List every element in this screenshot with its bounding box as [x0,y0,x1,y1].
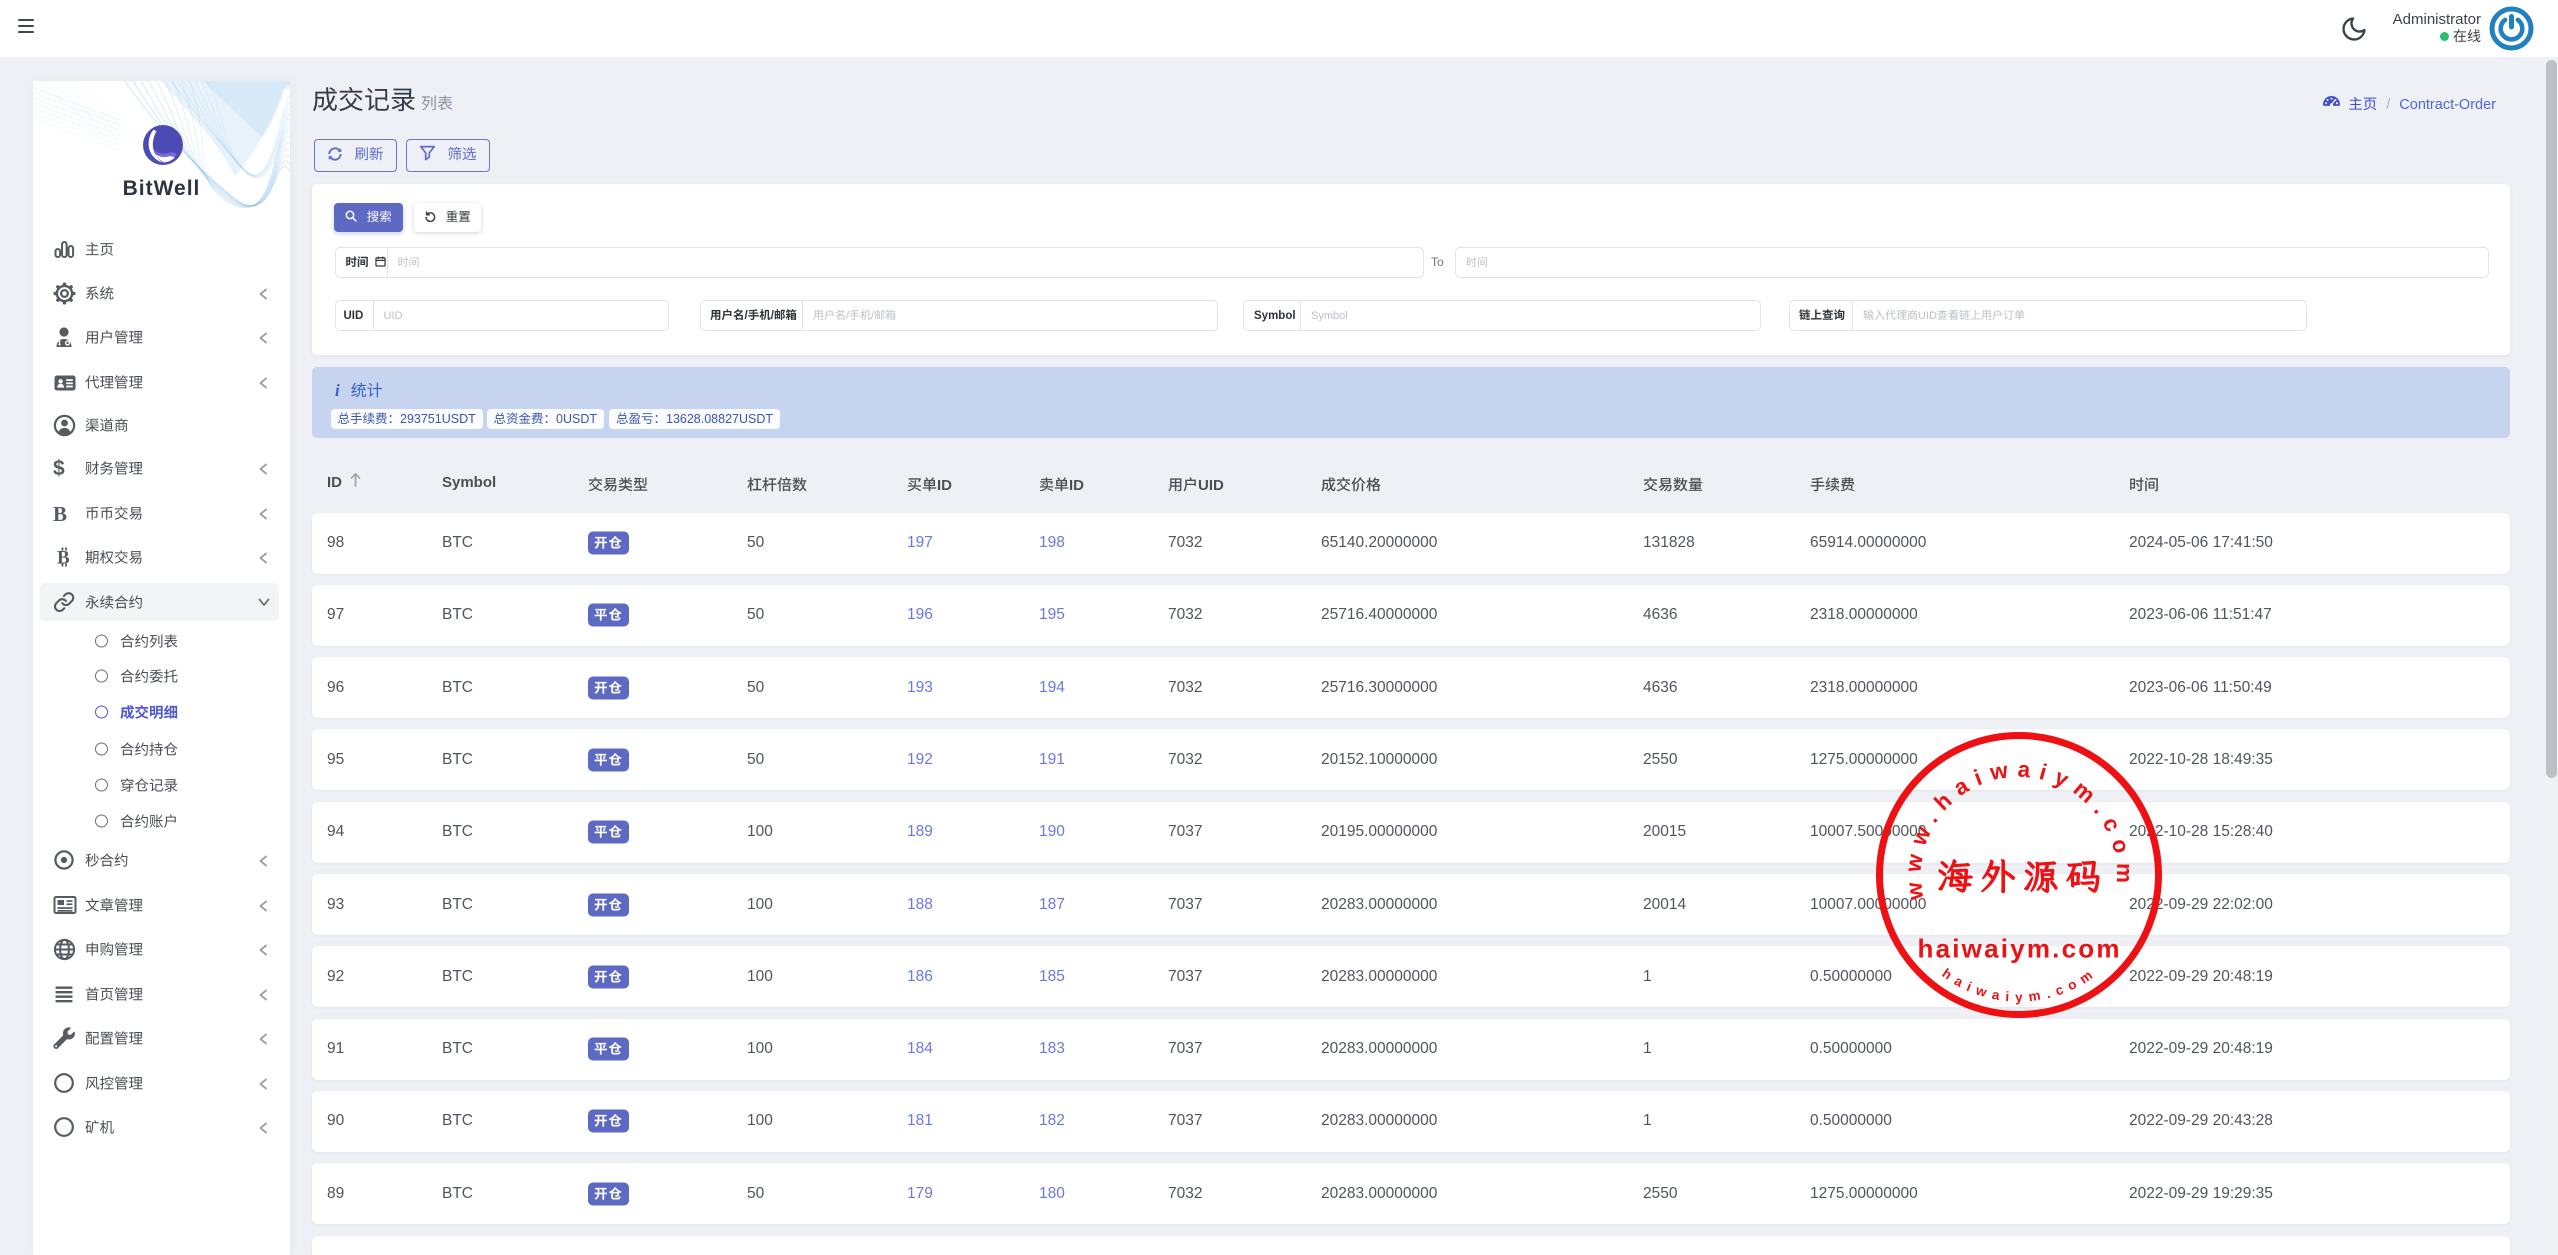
svg-text:B: B [57,548,70,569]
svg-text:海外源码: 海外源码 [1937,853,2109,900]
svg-text:haiwaiym.com: haiwaiym.com [1918,934,2122,964]
